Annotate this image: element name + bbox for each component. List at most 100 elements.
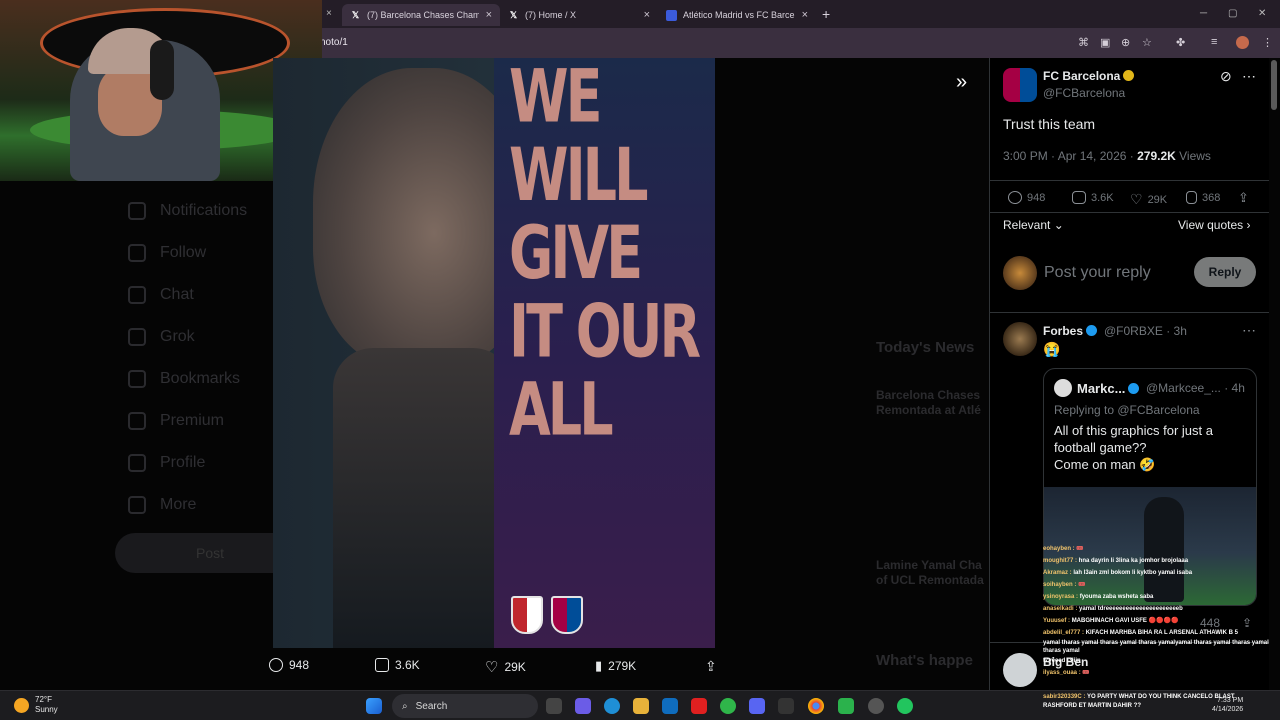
close-tab-icon[interactable]: × [644, 9, 650, 21]
reply-icon [269, 658, 283, 672]
obs-icon[interactable] [868, 698, 884, 714]
next-reply-avatar[interactable] [1003, 653, 1037, 687]
close-tab-icon[interactable]: × [802, 9, 808, 21]
windows-start-icon[interactable] [366, 698, 382, 714]
user-avatar[interactable] [1003, 256, 1037, 290]
maximize-icon[interactable]: ▢ [1228, 8, 1237, 19]
minimize-icon[interactable]: ─ [1200, 8, 1207, 19]
bookmark-stat[interactable]: 368 [1186, 191, 1220, 204]
more-options-icon[interactable]: ⋯ [1242, 322, 1256, 339]
slogan-line: IT OUR [509, 288, 701, 374]
file-explorer-icon[interactable] [633, 698, 649, 714]
bookmark-star-icon[interactable]: ☆ [1142, 36, 1152, 49]
chat-line: soihayben : 🎟️ [1043, 579, 1275, 591]
weather-widget[interactable]: 72°F Sunny [14, 695, 58, 715]
reply-author-text: Forbes [1043, 324, 1084, 338]
share-icon: ⇪ [705, 658, 717, 674]
bg-nav-notifications: Notifications [128, 202, 247, 220]
verified-gold-icon [1123, 70, 1135, 81]
chat-user: anaselkadi : [1043, 606, 1078, 612]
discord-icon[interactable] [749, 698, 765, 714]
extensions-icon[interactable]: ✤ [1176, 36, 1185, 49]
image-like-button[interactable]: ♡ 29K [485, 658, 526, 676]
tab-home-x[interactable]: 𝕏 (7) Home / X × [500, 4, 658, 26]
chrome-icon[interactable] [808, 698, 824, 714]
reading-list-icon[interactable]: ≡ [1211, 36, 1217, 48]
zoom-icon[interactable]: ⊕ [1121, 36, 1130, 49]
image-repost-button[interactable]: 3.6K [375, 658, 420, 672]
like-stat[interactable]: ♡ 29K [1130, 191, 1167, 208]
url-field[interactable]: noto/1 [310, 32, 1050, 54]
app-icon[interactable] [778, 698, 794, 714]
bg-news-item: of UCL Remontada [876, 573, 984, 587]
bg-news-footer: What's happe [876, 652, 973, 669]
chat-msg: KIFACH MARHBA BIHA RA L ARSENAL ATHAWIK … [1085, 630, 1238, 636]
quoted-age: · 4h [1224, 381, 1245, 395]
more-options-icon[interactable]: ⋯ [1242, 68, 1256, 85]
divider [990, 180, 1269, 181]
whatsapp-icon[interactable] [720, 698, 736, 714]
teams-icon[interactable] [575, 698, 591, 714]
translate-icon[interactable]: ⌘ [1078, 36, 1089, 49]
barcelona-crest-icon [551, 596, 583, 634]
quoted-line: All of this graphics for just a [1054, 423, 1213, 438]
youtube-icon[interactable] [691, 698, 707, 714]
image-action-bar: 948 3.6K ♡ 29K ▮ 279K ⇪ [265, 652, 725, 684]
author-name[interactable]: FC Barcelona [1043, 69, 1135, 83]
app-icon[interactable] [897, 698, 913, 714]
tab-title: Atlético Madrid vs FC Barcelona [683, 10, 795, 20]
grok-icon[interactable]: ⊘ [1220, 68, 1232, 85]
expand-panel-icon[interactable]: » [956, 71, 967, 94]
views-count: 279.2K [1137, 149, 1176, 163]
image-views-button[interactable]: ▮ 279K [595, 658, 636, 674]
reply-button[interactable]: Reply [1194, 257, 1256, 287]
tab-atletico-vs-barcelona[interactable]: Atlético Madrid vs FC Barcelona × [658, 4, 816, 26]
forbes-avatar[interactable] [1003, 322, 1037, 356]
bookmark-icon [128, 370, 146, 388]
slogan-line: ALL [509, 367, 614, 453]
nav-label: Profile [160, 454, 206, 471]
author-handle[interactable]: @FCBarcelona [1043, 86, 1125, 100]
menu-icon[interactable]: ⋮ [1262, 36, 1273, 49]
reply-text: 😭 [1043, 341, 1061, 357]
image-reply-button[interactable]: 948 [269, 658, 309, 672]
share-icon[interactable]: ⇪ [1238, 190, 1249, 206]
tab-barcelona-chases[interactable]: 𝕏 (7) Barcelona Chases Champion × [342, 4, 500, 26]
edge-icon[interactable] [604, 698, 620, 714]
scrollbar-thumb[interactable] [1271, 60, 1277, 110]
slogan-line: WILL [509, 132, 648, 218]
screenshot-icon[interactable]: ▣ [1100, 36, 1110, 49]
reply-handle[interactable]: @F0RBXE · 3h [1104, 324, 1187, 338]
post-image[interactable]: WE WILL GIVE IT OUR ALL [273, 58, 715, 648]
reply-author[interactable]: Forbes [1043, 324, 1098, 338]
task-view-icon[interactable] [546, 698, 562, 714]
chat-line: yamal tharas yamal tharas yamal tharas y… [1043, 639, 1275, 655]
sort-dropdown[interactable]: Relevant ⌄ [1003, 218, 1064, 232]
close-tab-icon[interactable]: × [326, 8, 332, 19]
new-tab-button[interactable]: + [822, 6, 830, 22]
reply-icon [1008, 191, 1022, 204]
taskbar-search[interactable]: ⌕ Search [392, 694, 538, 718]
chat-msg: lah l3ain zml bokom li kyktbo yamal isab… [1073, 570, 1193, 576]
sun-icon [14, 697, 29, 713]
repost-stat[interactable]: 3.6K [1072, 191, 1114, 204]
close-window-icon[interactable]: ✕ [1258, 8, 1266, 19]
view-quotes-link[interactable]: View quotes › [1178, 218, 1251, 232]
reply-stat[interactable]: 948 [1008, 191, 1045, 204]
fcb-avatar[interactable] [1003, 68, 1037, 102]
sort-label: Relevant [1003, 218, 1051, 232]
x-logo-icon: 𝕏 [509, 9, 518, 20]
close-tab-icon[interactable]: × [486, 9, 492, 21]
heart-icon: ♡ [1130, 191, 1143, 207]
repost-icon [375, 658, 389, 672]
chat-user: eohayben : [1043, 546, 1075, 552]
chat-line: ilyass_ouaa : 🎟️ [1043, 667, 1275, 679]
profile-avatar[interactable] [1236, 36, 1249, 49]
image-share-button[interactable]: ⇪ [705, 658, 717, 675]
kick-icon[interactable] [838, 698, 854, 714]
post-text: Trust this team [1003, 116, 1096, 132]
reply-input[interactable]: Post your reply [1044, 264, 1151, 282]
bg-nav-chat: Chat [128, 286, 194, 304]
outlook-icon[interactable] [662, 698, 678, 714]
chat-line-last: sabir320339C : YO PARTY WHAT DO YOU THIN… [1043, 693, 1243, 711]
